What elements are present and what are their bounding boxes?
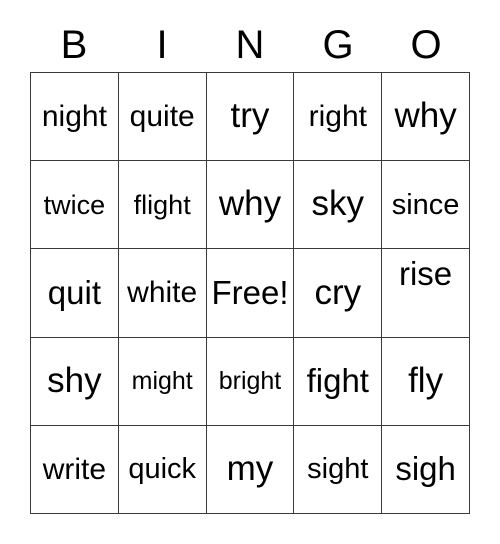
bingo-cell-label: my <box>226 449 274 489</box>
bingo-cell[interactable]: why <box>206 161 295 250</box>
bingo-cell[interactable]: sky <box>294 161 383 250</box>
bingo-grid: night quite try right why twice flight why sky si… <box>30 72 470 515</box>
bingo-cell-label: white <box>127 276 198 310</box>
bingo-free-space-label: Free! <box>211 273 289 311</box>
bingo-cell[interactable]: try <box>206 73 295 162</box>
bingo-cell-label: shy <box>47 360 102 400</box>
bingo-cell-label: rise <box>398 255 453 293</box>
bingo-row: twice flight why sky since <box>31 161 470 250</box>
bingo-header-letter-i: I <box>156 23 168 67</box>
bingo-cell[interactable]: quick <box>118 425 207 515</box>
bingo-cell-label: why <box>394 96 457 136</box>
bingo-card: B I N G O night quite try right why twice flight wh… <box>0 0 500 544</box>
bingo-cell[interactable]: rise <box>382 249 470 338</box>
bingo-cell-label: sight <box>307 453 369 486</box>
bingo-cell-label: fight <box>306 361 369 399</box>
bingo-row: shy might bright fight fly <box>31 337 470 426</box>
bingo-row: write quick my sight sigh <box>31 425 470 515</box>
bingo-cell-label: sky <box>311 184 365 224</box>
bingo-free-space-cell[interactable]: Free! <box>206 249 295 338</box>
bingo-cell[interactable]: bright <box>206 337 295 426</box>
bingo-cell[interactable]: write <box>31 425 119 515</box>
bingo-cell[interactable]: my <box>206 425 295 515</box>
bingo-cell-label: quick <box>128 453 197 486</box>
bingo-cell-label: cry <box>314 272 362 312</box>
bingo-cell-label: sigh <box>395 450 456 488</box>
bingo-header-letter-g: G <box>322 23 354 67</box>
bingo-header-letter-o: O <box>410 23 442 67</box>
bingo-header-letter-n: N <box>235 23 265 67</box>
bingo-cell-label: bright <box>218 367 282 396</box>
bingo-cell-label: quite <box>129 99 195 133</box>
bingo-cell[interactable]: sight <box>294 425 383 515</box>
bingo-cell[interactable]: twice <box>31 161 119 250</box>
bingo-cell-label: fly <box>408 360 444 400</box>
bingo-cell-label: night <box>41 99 107 133</box>
bingo-cell[interactable]: might <box>118 337 207 426</box>
bingo-cell[interactable]: shy <box>31 337 119 426</box>
bingo-cell[interactable]: quite <box>118 73 207 162</box>
bingo-cell[interactable]: night <box>31 73 119 162</box>
bingo-cell-label: right <box>308 99 367 133</box>
bingo-cell[interactable]: quit <box>31 249 119 338</box>
bingo-row: quit white Free! cry rise <box>31 249 470 338</box>
bingo-cell[interactable]: right <box>294 73 383 162</box>
bingo-cell[interactable]: fight <box>294 337 383 426</box>
bingo-cell-label: quit <box>47 273 101 311</box>
bingo-cell[interactable]: since <box>382 161 470 250</box>
bingo-cell-label: write <box>42 452 107 486</box>
bingo-cell-label: might <box>131 367 193 396</box>
bingo-cell[interactable]: why <box>382 73 470 162</box>
bingo-cell[interactable]: cry <box>294 249 383 338</box>
bingo-cell[interactable]: sigh <box>382 425 470 515</box>
bingo-cell-label: twice <box>43 189 106 220</box>
bingo-cell-label: why <box>218 184 282 224</box>
bingo-cell-label: try <box>230 96 270 136</box>
bingo-cell[interactable]: white <box>118 249 207 338</box>
bingo-cell[interactable]: flight <box>118 161 207 250</box>
bingo-row: night quite try right why <box>31 73 470 162</box>
bingo-cell-label: since <box>391 188 460 221</box>
bingo-header-letter-b: B <box>60 23 88 67</box>
bingo-header: BINGO <box>30 18 470 72</box>
bingo-cell[interactable]: fly <box>382 337 470 426</box>
bingo-cell-label: flight <box>133 189 191 220</box>
